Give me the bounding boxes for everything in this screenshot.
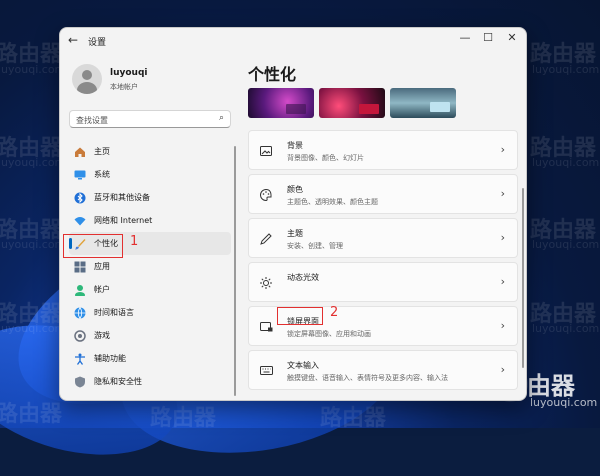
card-title: 背景 xyxy=(287,141,303,150)
user-icon xyxy=(82,70,92,80)
card-text-input[interactable]: 文本输入 触摸键盘、语音输入、表情符号及更多内容、输入法 › xyxy=(248,350,518,390)
theme-thumbnail-2[interactable] xyxy=(319,88,385,118)
system-icon xyxy=(73,168,87,182)
card-description: 背景图像、颜色、幻灯片 xyxy=(287,154,364,162)
card-description: 触摸键盘、语音输入、表情符号及更多内容、输入法 xyxy=(287,374,448,382)
card-description: 锁定屏幕图像、应用和动画 xyxy=(287,330,371,338)
card-colors[interactable]: 颜色 主题色、透明效果、颜色主题 › xyxy=(248,174,518,214)
annotation-box-1 xyxy=(63,234,123,258)
sidebar-item-network[interactable]: 网络和 Internet xyxy=(69,209,231,232)
title-bar: ← 设置 — ☐ ✕ xyxy=(60,28,526,54)
gaming-icon xyxy=(73,329,87,343)
account-name: luyouqi xyxy=(110,68,148,78)
window-title: 设置 xyxy=(88,38,107,48)
search-placeholder: 查找设置 xyxy=(76,116,108,125)
sidebar-item-accessibility[interactable]: 辅助功能 xyxy=(69,347,231,370)
maximize-button[interactable]: ☐ xyxy=(477,31,499,44)
chevron-right-icon: › xyxy=(500,231,505,244)
search-input[interactable]: 查找设置 ⌕ xyxy=(69,110,231,128)
sidebar-item-gaming[interactable]: 游戏 xyxy=(69,324,231,347)
pen-icon xyxy=(259,232,273,246)
annotation-number-1: 1 xyxy=(130,234,139,249)
account-type: 本地帐户 xyxy=(110,83,138,91)
settings-window: ← 设置 — ☐ ✕ luyouqi 本地帐户 查找设置 ⌕ 主页 系统 蓝牙和… xyxy=(59,27,527,401)
sidebar-item-label: 隐私和安全性 xyxy=(94,377,142,386)
card-description: 安装、创建、管理 xyxy=(287,242,343,250)
theme-thumbnail-1[interactable] xyxy=(248,88,314,118)
avatar[interactable] xyxy=(72,64,102,94)
sidebar-item-label: 辅助功能 xyxy=(94,354,126,363)
sidebar-item-accounts[interactable]: 帐户 xyxy=(69,278,231,301)
settings-cards: 背景 背景图像、颜色、幻灯片 › 颜色 主题色、透明效果、颜色主题 › 主题 安… xyxy=(248,130,518,394)
card-title: 文本输入 xyxy=(287,361,319,370)
chevron-right-icon: › xyxy=(500,319,505,332)
search-icon[interactable]: ⌕ xyxy=(219,113,224,123)
image-icon xyxy=(259,144,273,158)
home-icon xyxy=(73,145,87,159)
sidebar-item-bluetooth[interactable]: 蓝牙和其他设备 xyxy=(69,186,231,209)
chevron-right-icon: › xyxy=(500,143,505,156)
palette-icon xyxy=(259,188,273,202)
wifi-icon xyxy=(73,214,87,228)
card-title: 颜色 xyxy=(287,185,303,194)
accessibility-icon xyxy=(73,352,87,366)
sidebar-item-label: 主页 xyxy=(94,147,110,156)
sidebar-item-privacy[interactable]: 隐私和安全性 xyxy=(69,370,231,393)
card-title: 动态光效 xyxy=(287,273,319,282)
page-title: 个性化 xyxy=(248,65,297,84)
sidebar-item-label: 时间和语言 xyxy=(94,308,134,317)
close-button[interactable]: ✕ xyxy=(501,31,523,44)
bluetooth-icon xyxy=(73,191,87,205)
back-arrow-icon[interactable]: ← xyxy=(68,33,78,47)
theme-thumbnail-3[interactable] xyxy=(390,88,456,118)
sun-icon xyxy=(259,276,273,290)
sidebar-item-home[interactable]: 主页 xyxy=(69,140,231,163)
card-dynamic-lighting[interactable]: 动态光效 › xyxy=(248,262,518,302)
sidebar-scrollbar[interactable] xyxy=(234,146,236,396)
chevron-right-icon: › xyxy=(500,363,505,376)
minimize-button[interactable]: — xyxy=(454,31,476,44)
annotation-number-2: 2 xyxy=(330,305,339,320)
sidebar-item-label: 系统 xyxy=(94,170,110,179)
card-themes[interactable]: 主题 安装、创建、管理 › xyxy=(248,218,518,258)
sidebar-item-system[interactable]: 系统 xyxy=(69,163,231,186)
chevron-right-icon: › xyxy=(500,187,505,200)
globe-icon xyxy=(73,306,87,320)
sidebar-item-label: 帐户 xyxy=(94,285,110,294)
sidebar-item-label: 蓝牙和其他设备 xyxy=(94,193,150,202)
chevron-right-icon: › xyxy=(500,275,505,288)
lock-screen-icon xyxy=(259,320,273,334)
sidebar-item-time-language[interactable]: 时间和语言 xyxy=(69,301,231,324)
card-description: 主题色、透明效果、颜色主题 xyxy=(287,198,378,206)
card-background[interactable]: 背景 背景图像、颜色、幻灯片 › xyxy=(248,130,518,170)
sidebar-item-label: 网络和 Internet xyxy=(94,216,153,225)
sidebar-nav: 主页 系统 蓝牙和其他设备 网络和 Internet 个性化 应用 帐户 时间和… xyxy=(69,140,231,393)
keyboard-icon xyxy=(259,364,273,378)
account-icon xyxy=(73,283,87,297)
sidebar-item-label: 应用 xyxy=(94,262,110,271)
content-scrollbar[interactable] xyxy=(522,188,524,368)
sidebar-item-label: 游戏 xyxy=(94,331,110,340)
card-title: 主题 xyxy=(287,229,303,238)
annotation-box-2 xyxy=(277,307,323,325)
apps-icon xyxy=(73,260,87,274)
shield-icon xyxy=(73,375,87,389)
sidebar-item-apps[interactable]: 应用 xyxy=(69,255,231,278)
